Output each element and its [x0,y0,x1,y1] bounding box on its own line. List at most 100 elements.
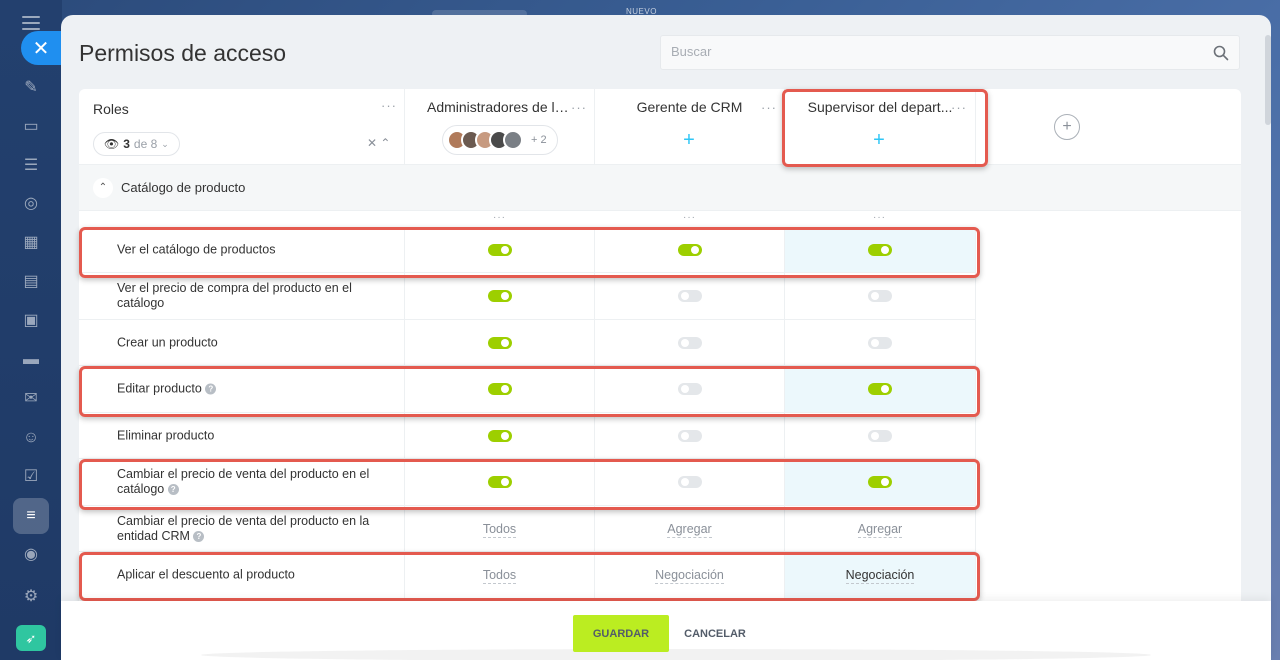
permission-label: Cambiar el precio de venta del producto … [117,514,377,544]
filter-icon[interactable]: ≡ [13,498,49,534]
search-icon[interactable] [1213,45,1229,61]
permission-toggle[interactable] [677,383,702,395]
docs-icon[interactable]: ▤ [19,270,43,294]
help-icon[interactable]: ? [167,484,179,496]
settings-icon[interactable]: ⚙ [19,585,43,609]
permission-toggle[interactable] [487,290,512,302]
avatar [503,130,523,150]
permission-toggle[interactable] [487,243,512,256]
permission-select[interactable]: Negociación [785,568,975,584]
role-name[interactable]: Supervisor del depart... [785,99,975,115]
permission-value: Negociación [845,568,915,584]
permission-toggle[interactable] [487,476,512,488]
footer-bar: GUARDAR CANCELAR [61,601,1271,660]
tasks-icon[interactable]: ☰ [19,154,43,178]
checklist-icon[interactable]: ☑ [19,465,43,489]
cancel-button[interactable]: CANCELAR [675,615,755,652]
permission-label: Aplicar el descuento al producto [117,567,295,582]
permission-row: Cambiar el precio de venta del producto … [79,459,976,506]
role-name[interactable]: Gerente de CRM [595,99,784,115]
role-members[interactable]: + 2 [442,125,558,155]
permission-toggle[interactable] [677,243,702,256]
column-more-icon[interactable]: ··· [493,213,506,223]
add-role-icon[interactable]: + [1054,114,1080,140]
permission-select[interactable]: Negociación [595,568,784,584]
permission-row: Ver el precio de compra del producto en … [79,273,976,320]
permission-label: Crear un producto [117,335,218,349]
permission-toggle[interactable] [487,383,512,395]
permission-row: Cambiar el precio de venta del producto … [79,506,976,552]
permission-toggle[interactable] [677,476,702,488]
permission-value: Todos [482,521,517,538]
rocket-icon[interactable]: ➶ [16,625,46,651]
permission-row: Crear un producto [79,320,976,366]
help-icon[interactable]: ? [205,383,217,395]
roles-title: Roles [93,101,129,117]
add-member-icon[interactable]: + [680,130,698,150]
search-box[interactable] [660,35,1240,70]
help-icon[interactable]: ? [193,530,205,542]
permission-label: Cambiar el precio de venta del producto … [117,467,377,497]
chevron-down-icon: ⌄ [161,138,169,149]
roles-header: Roles ··· 👁 3 de 8 ⌄ ✕ ⌃ [79,89,405,165]
permission-toggle[interactable] [868,336,892,349]
section-header[interactable]: ⌃ Catálogo de producto [79,165,1241,211]
permission-toggle[interactable] [868,243,892,256]
chat-icon[interactable]: ▭ [19,115,43,139]
role-column-header: Administradores de la... ··· + 2 [405,89,595,165]
permission-row: Ver el catálogo de productos [79,227,976,273]
permission-toggle[interactable] [868,290,892,302]
permission-label: Ver el catálogo de productos [117,242,276,256]
mail-icon[interactable]: ✉ [19,387,43,411]
roles-count-selector[interactable]: 👁 3 de 8 ⌄ [93,132,180,156]
roles-count-current: 3 [123,137,130,151]
permission-select[interactable]: Todos [405,521,594,538]
expand-collapse-icon[interactable]: ✕ ⌃ [367,136,390,150]
permission-select[interactable]: Todos [405,568,594,584]
save-button[interactable]: GUARDAR [573,615,669,652]
permission-toggle[interactable] [868,383,892,395]
close-icon: ✕ [32,37,50,60]
permission-row: Editar producto ? [79,366,976,413]
role-name[interactable]: Administradores de la... [405,99,594,115]
permission-value: Agregar [857,521,903,538]
contacts-icon[interactable]: ☺ [19,426,43,450]
permission-toggle[interactable] [868,476,892,488]
search-input[interactable] [671,44,1191,59]
column-more-icon[interactable]: ··· [873,213,886,223]
permission-row: Aplicar el descuento al producto Todos N… [79,552,976,599]
menu-icon[interactable] [22,16,40,30]
permission-toggle[interactable] [677,336,702,349]
sites-icon[interactable]: ▣ [19,309,43,333]
panel-scrollbar[interactable] [1265,35,1271,125]
permission-value: Agregar [667,521,712,538]
roles-count-suffix: de 8 [133,137,158,151]
calendar-icon[interactable]: ▦ [19,231,43,255]
chevron-up-icon[interactable]: ⌃ [93,178,113,198]
permission-toggle[interactable] [677,290,702,302]
add-member-icon[interactable]: + [870,130,888,150]
role-more-icon[interactable]: ··· [571,101,587,114]
extra-members-count: + 2 [531,134,547,146]
close-panel-button[interactable]: ✕ [21,31,61,65]
permission-toggle[interactable] [487,336,512,349]
roles-more-icon[interactable]: ··· [381,99,397,112]
robot-icon[interactable]: ◉ [19,543,43,567]
crm-icon[interactable]: ◎ [19,192,43,216]
role-column-header: Supervisor del depart... ··· + [785,89,976,165]
column-actions-row: ··· ··· ··· [79,211,976,227]
permission-toggle[interactable] [677,429,702,442]
permission-row: Eliminar producto [79,413,976,459]
permission-select[interactable]: Agregar [595,521,784,538]
permission-select[interactable]: Agregar [785,521,975,538]
eye-icon: 👁 [104,137,120,151]
permission-toggle[interactable] [868,429,892,442]
role-more-icon[interactable]: ··· [761,101,777,114]
permission-label-text: Editar producto [117,381,202,396]
feed-icon[interactable]: ✎ [19,76,43,100]
permission-toggle[interactable] [487,429,512,442]
store-icon[interactable]: ▬ [19,348,43,372]
role-more-icon[interactable]: ··· [951,101,967,114]
permission-label: Eliminar producto [117,428,215,442]
column-more-icon[interactable]: ··· [683,213,696,223]
